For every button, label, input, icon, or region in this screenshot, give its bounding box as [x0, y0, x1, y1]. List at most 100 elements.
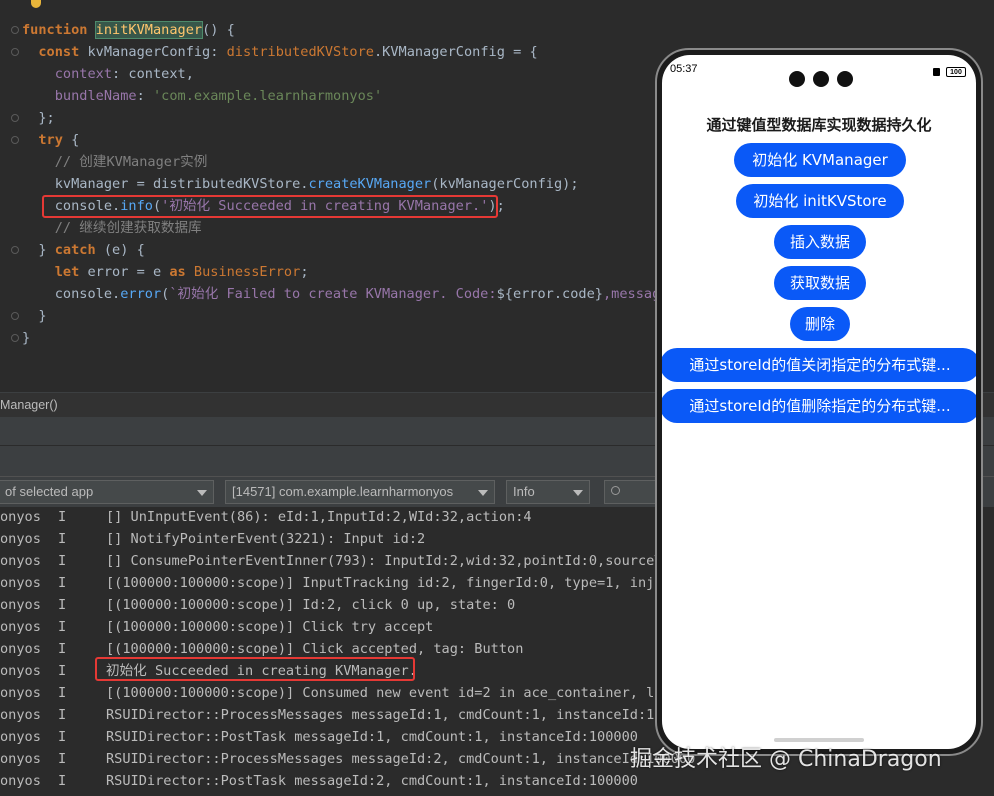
code-line[interactable]: } catch (e) {	[22, 239, 145, 261]
breadcrumb-label[interactable]: Manager()	[0, 398, 58, 412]
editor-gutter	[0, 0, 22, 392]
camera-icon	[813, 71, 829, 87]
close-store-button[interactable]: 通过storeId的值关闭指定的分布式键...	[662, 348, 976, 382]
init-kvstore-button[interactable]: 初始化 initKVStore	[736, 184, 904, 218]
chevron-down-icon	[197, 490, 207, 496]
fold-marker-icon[interactable]	[11, 48, 19, 56]
code-token: catch	[54, 242, 104, 258]
log-package: onyos	[0, 751, 41, 767]
code-token: try	[38, 132, 72, 148]
code-token: context	[54, 66, 113, 82]
status-time: 05:37	[670, 63, 698, 75]
chevron-down-icon	[478, 490, 488, 496]
log-level: I	[58, 773, 67, 789]
code-token: };	[22, 110, 55, 126]
log-package: onyos	[0, 641, 41, 657]
log-package: onyos	[0, 773, 41, 789]
code-line[interactable]: const kvManagerConfig: distributedKVStor…	[22, 41, 537, 63]
log-level: I	[58, 575, 67, 591]
fold-marker-icon[interactable]	[11, 26, 19, 34]
lock-icon	[933, 68, 940, 76]
process-filter-dropdown[interactable]: [14571] com.example.learnharmonyos	[225, 480, 495, 504]
code-line[interactable]: };	[22, 107, 55, 129]
page-title: 通过键值型数据库实现数据持久化	[706, 116, 932, 134]
fold-marker-icon[interactable]	[11, 334, 19, 342]
code-token: initKVManager	[94, 21, 204, 39]
app-filter-dropdown[interactable]: of selected app	[0, 480, 214, 504]
code-token: error = e	[87, 264, 170, 280]
chevron-down-icon	[573, 490, 583, 496]
code-token: // 继续创建获取数据库	[54, 220, 202, 236]
log-level: I	[58, 751, 67, 767]
code-token: (kvManagerConfig);	[431, 176, 579, 192]
init-kvmanager-button[interactable]: 初始化 KVManager	[734, 143, 906, 177]
delete-store-button[interactable]: 通过storeId的值删除指定的分布式键...	[662, 389, 976, 423]
fold-marker-icon[interactable]	[11, 136, 19, 144]
delete-button[interactable]: 删除	[790, 307, 850, 341]
code-line[interactable]: }	[22, 305, 47, 327]
code-line[interactable]: let error = e as BusinessError;	[22, 261, 309, 283]
log-message: RSUIDirector::ProcessMessages messageId:…	[106, 751, 696, 767]
code-token: (e) {	[103, 242, 145, 258]
fold-marker-icon[interactable]	[11, 114, 19, 122]
log-package: onyos	[0, 729, 41, 745]
code-line[interactable]: context: context,	[22, 63, 194, 85]
code-token: }	[594, 286, 603, 302]
code-token: kvManager = distributedKVStore.	[22, 176, 309, 192]
get-data-button[interactable]: 获取数据	[774, 266, 866, 300]
code-line[interactable]: }	[22, 327, 30, 349]
log-package: onyos	[0, 685, 41, 701]
fold-marker-icon[interactable]	[11, 312, 19, 320]
log-level: I	[58, 597, 67, 613]
app-filter-label: of selected app	[5, 484, 94, 499]
log-level-dropdown[interactable]: Info	[506, 480, 590, 504]
log-line[interactable]: onyos I RSUIDirector::PostTask messageId:2…	[0, 770, 994, 792]
code-token: () {	[202, 22, 235, 38]
code-line[interactable]: console.error(`初始化 Failed to create KVMa…	[22, 283, 669, 305]
log-package: onyos	[0, 597, 41, 613]
log-message: [(100000:100000:scope)] Id:2, click 0 up…	[106, 597, 516, 613]
code-line[interactable]: // 创建KVManager实例	[22, 151, 208, 173]
device-preview: 05:37 100 通过键值型数据库实现数据持久化 初始化 KVManager …	[655, 48, 983, 756]
insert-data-button[interactable]: 插入数据	[774, 225, 866, 259]
log-message: RSUIDirector::ProcessMessages messageId:…	[106, 707, 696, 723]
camera-icon	[789, 71, 805, 87]
log-package: onyos	[0, 575, 41, 591]
fold-marker-icon[interactable]	[11, 246, 19, 254]
code-token: ;	[300, 264, 309, 280]
process-filter-label: [14571] com.example.learnharmonyos	[232, 484, 454, 499]
code-token: as	[169, 264, 194, 280]
log-package: onyos	[0, 619, 41, 635]
battery-icon: 100	[946, 67, 966, 77]
log-message: [] UnInputEvent(86): eId:1,InputId:2,WId…	[106, 509, 532, 525]
log-message: RSUIDirector::PostTask messageId:1, cmdC…	[106, 729, 638, 745]
lightbulb-icon[interactable]	[31, 0, 41, 8]
code-token: {	[71, 132, 80, 148]
code-token: error	[120, 286, 162, 302]
log-message: RSUIDirector::PostTask messageId:2, cmdC…	[106, 773, 638, 789]
code-token: kvManagerConfig:	[87, 44, 227, 60]
code-token: :	[136, 88, 153, 104]
code-token: let	[54, 264, 88, 280]
log-package: onyos	[0, 707, 41, 723]
code-line[interactable]: // 继续创建获取数据库	[22, 217, 202, 239]
code-line[interactable]: bundleName: 'com.example.learnharmonyos'	[22, 85, 382, 107]
code-token: BusinessError	[193, 264, 301, 280]
code-line[interactable]: try {	[22, 129, 79, 151]
code-token: console.	[22, 286, 121, 302]
log-level: I	[58, 531, 67, 547]
log-level: I	[58, 663, 67, 679]
code-line[interactable]: function initKVManager() {	[22, 19, 235, 41]
watermark: 掘金技术社区 @ ChinaDragon	[630, 747, 942, 772]
code-token: }	[22, 308, 47, 324]
log-level: I	[58, 641, 67, 657]
log-message: [(100000:100000:scope)] InputTracking id…	[106, 575, 679, 591]
code-token: createKVManager	[308, 176, 432, 192]
log-message: [(100000:100000:scope)] Click try accept	[106, 619, 434, 635]
code-line[interactable]: kvManager = distributedKVStore.createKVM…	[22, 173, 579, 195]
code-token: function	[22, 22, 96, 38]
